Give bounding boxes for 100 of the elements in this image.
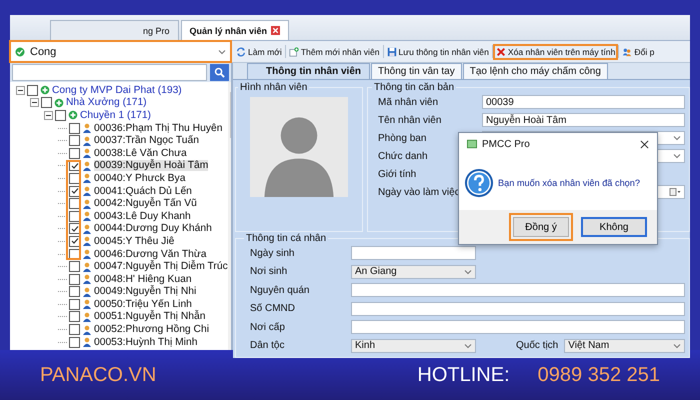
chevron-down-icon[interactable] [673,135,681,141]
text-field[interactable] [351,302,685,316]
search-button[interactable] [210,64,229,81]
checkbox[interactable] [41,97,52,108]
collapse-icon[interactable] [30,98,39,108]
group-icon [54,98,64,108]
chevron-down-icon[interactable] [464,268,472,275]
person-icon [82,123,92,134]
chevron-down-icon[interactable] [673,153,681,159]
employee-item[interactable]: 00040:Y Phưck Bya [94,172,186,184]
person-icon [82,262,92,272]
employee-item[interactable]: 00041:Quách Dủ Lến [94,186,192,197]
employee-item[interactable]: 00036:Phạm Thị Thu Huyên [94,122,222,134]
checkbox[interactable] [69,223,80,234]
checkbox[interactable] [69,261,80,272]
text-field[interactable]: 00039 [482,95,685,109]
person-icon [82,324,92,335]
employee-item[interactable]: 00051:Nguyễn Thị Nhẫn [94,311,206,322]
checkbox[interactable] [69,122,80,134]
employee-item[interactable]: 00048:H' Hiêng Kuan [94,274,192,285]
save-icon [386,46,397,56]
chevron-down-icon [218,48,226,54]
company-dropdown[interactable]: Cong [10,41,231,62]
checkbox[interactable] [69,186,80,197]
search-field[interactable] [12,64,207,81]
calendar-icon[interactable] [669,188,681,196]
person-icon [82,236,92,246]
checkbox[interactable] [55,110,66,121]
text-field[interactable] [351,283,685,298]
employee-item[interactable]: 00050:Triệu Yến Linh [94,298,192,310]
text-field[interactable] [351,320,685,334]
dropdown-field[interactable]: Việt Nam [564,338,685,353]
checkbox[interactable] [69,311,80,322]
checkbox[interactable] [69,198,80,210]
chevron-down-icon[interactable] [464,342,472,349]
person-icon [82,211,92,222]
checkbox[interactable] [69,336,80,348]
employee-item[interactable]: 00042:Nguyễn Tấn Vũ [94,198,197,210]
collapse-icon[interactable] [16,86,25,95]
app-tab[interactable]: Quản lý nhân viên [180,20,290,40]
checkbox[interactable] [69,210,80,222]
employee-item[interactable]: 00037:Trần Ngọc Tuấn [94,135,199,146]
employee-item[interactable]: 00052:Phương Hồng Chi [94,324,209,336]
checkbox[interactable] [69,172,80,184]
toolbar-button[interactable]: Đổi p [620,44,656,58]
tree-group-label[interactable]: Cong ty MVP Dai Phat (193) [52,84,182,96]
person-icon [82,198,92,209]
person-icon [82,286,92,297]
person-icon [82,186,92,196]
group-icon [40,85,50,96]
employee-item[interactable]: 00046:Dương Văn Thừa [94,248,207,260]
dialog-title: PMCC Pro [482,138,531,150]
tree-group-label[interactable]: Nhà Xưởng (171) [66,97,147,108]
field-label: Tên nhân viên [378,114,442,126]
form-tab[interactable]: Thông tin nhân viên [247,63,370,79]
dropdown-field[interactable]: An Giang [351,264,476,279]
app-icon [467,139,477,149]
form-tab[interactable]: Tạo lệnh cho máy chấm công [462,63,608,79]
toolbar-button[interactable]: Thêm mới nhân viên [286,44,382,58]
checkbox[interactable] [69,286,80,298]
field-label: Quốc tịch [516,340,558,352]
dialog-button[interactable]: Không [581,217,647,237]
person-icon [82,274,92,284]
employee-item[interactable]: 00053:Huỳnh Thị Minh [94,336,198,348]
person-icon [82,136,92,146]
dialog-button[interactable]: Đồng ý [513,217,569,237]
tree-group-label[interactable]: Chuyền 1 (171) [80,110,151,121]
checkbox[interactable] [69,274,80,285]
text-field[interactable]: Nguyễn Hoài Tâm [482,113,685,127]
toolbar-button[interactable]: Xóa nhân viên trên máy tính [494,44,618,58]
checkbox[interactable] [69,135,80,146]
employee-item[interactable]: 00044:Dương Duy Khánh [94,223,212,234]
employee-item[interactable]: 00049:Nguyễn Thị Nhi [94,286,196,298]
question-icon [464,168,494,198]
person-icon [82,173,92,184]
checkbox[interactable] [69,324,80,336]
refresh-icon [236,46,246,56]
person-icon [82,249,92,260]
person-icon [82,337,92,348]
collapse-icon[interactable] [44,110,53,120]
form-tab[interactable]: Thông tin vân tay [371,63,462,79]
dialog-message: Bạn muốn xóa nhân viên đã chọn? [498,178,640,188]
close-icon[interactable] [640,140,649,148]
group-icon [68,110,78,120]
employee-item[interactable]: 00047:Nguyễn Thị Diễm Trúc [94,261,228,272]
app-tab[interactable]: ng Pro [50,20,179,40]
text-field[interactable] [351,246,476,260]
chevron-down-icon[interactable] [673,342,681,349]
toolbar-button[interactable]: Làm mới [234,44,284,58]
checkbox[interactable] [69,148,80,159]
add-document-icon [288,46,299,56]
checkbox[interactable] [69,236,80,247]
checkbox[interactable] [27,84,38,96]
toolbar-button[interactable]: Lưu thông tin nhân viên [384,44,491,58]
employee-item[interactable]: 00043:Lê Duy Khanh [94,210,191,222]
checkbox[interactable] [69,298,80,310]
employee-item[interactable]: 00039:Nguyễn Hoài Tâm [94,160,208,172]
employee-item[interactable]: 00045:Y Thêu Jiê [94,236,174,247]
dropdown-field[interactable]: Kinh [351,338,476,353]
employee-item[interactable]: 00038:Lê Văn Chưa [94,148,187,159]
